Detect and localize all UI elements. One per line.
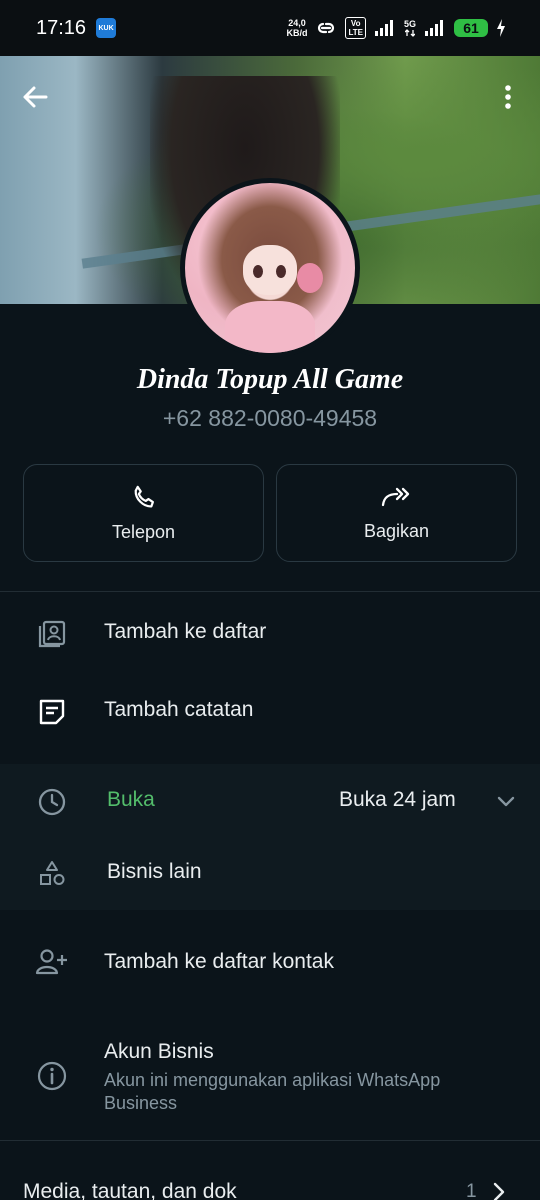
business-hours-row[interactable]: Buka Buka 24 jam <box>0 768 540 834</box>
add-note-label: Tambah catatan <box>104 698 254 721</box>
mobile-data-indicator: 5G <box>404 19 416 37</box>
hours-value: Buka 24 jam <box>339 788 456 811</box>
arrow-left-icon <box>23 86 48 108</box>
add-person-icon <box>35 949 67 975</box>
more-options-button[interactable] <box>486 75 530 119</box>
status-time: 17:16 <box>36 16 87 39</box>
profile-avatar[interactable] <box>180 178 360 358</box>
divider <box>0 591 540 592</box>
chevron-down-icon <box>497 796 515 807</box>
clock-icon <box>38 788 66 816</box>
media-label: Media, tautan, dan dok <box>23 1180 237 1200</box>
call-button[interactable]: Telepon <box>23 464 264 562</box>
back-button[interactable] <box>13 75 57 119</box>
link-icon <box>318 22 335 34</box>
phone-icon <box>134 485 154 508</box>
shapes-icon <box>40 861 65 885</box>
media-links-docs-row[interactable]: Media, tautan, dan dok 1 <box>0 1164 540 1200</box>
share-button[interactable]: Bagikan <box>276 464 517 562</box>
business-account-title: Akun Bisnis <box>104 1040 214 1063</box>
other-business-label: Bisnis lain <box>107 860 202 883</box>
add-contact-row[interactable]: Tambah ke daftar kontak <box>0 924 540 1000</box>
business-account-row[interactable]: Akun Bisnis Akun ini menggunakan aplikas… <box>0 1030 540 1130</box>
signal-icon <box>374 20 393 36</box>
share-icon <box>381 487 409 506</box>
charging-icon <box>497 19 505 37</box>
share-label: Bagikan <box>363 520 430 541</box>
call-label: Telepon <box>111 521 176 542</box>
add-to-list-label: Tambah ke daftar <box>104 620 267 643</box>
divider <box>0 1140 540 1141</box>
app-notification-icon: KUK <box>96 18 117 38</box>
chevron-right-icon <box>493 1182 505 1200</box>
signal-icon-2 <box>425 20 443 36</box>
more-vertical-icon <box>505 85 511 109</box>
add-note-row[interactable]: Tambah catatan <box>0 674 540 750</box>
status-bar: 17:16 KUK 24,0 KB/d Vo LTE 5G 61 <box>0 0 540 56</box>
other-business-row[interactable]: Bisnis lain <box>0 840 540 906</box>
note-icon <box>39 699 65 725</box>
info-icon <box>37 1061 67 1091</box>
profile-name: Dinda Topup All Game <box>136 364 404 395</box>
battery-indicator: 61 <box>454 19 488 37</box>
business-account-desc: Akun ini menggunakan aplikasi WhatsApp B… <box>104 1070 441 1113</box>
contact-list-icon <box>38 620 66 648</box>
media-count: 1 <box>466 1181 477 1200</box>
volte-icon: Vo LTE <box>345 17 366 39</box>
add-to-list-row[interactable]: Tambah ke daftar <box>0 596 540 672</box>
add-contact-label: Tambah ke daftar kontak <box>104 950 334 973</box>
network-speed: 24,0 KB/d <box>286 18 308 38</box>
hours-status: Buka <box>107 788 155 811</box>
profile-phone: +62 882-0080-49458 <box>162 405 378 431</box>
